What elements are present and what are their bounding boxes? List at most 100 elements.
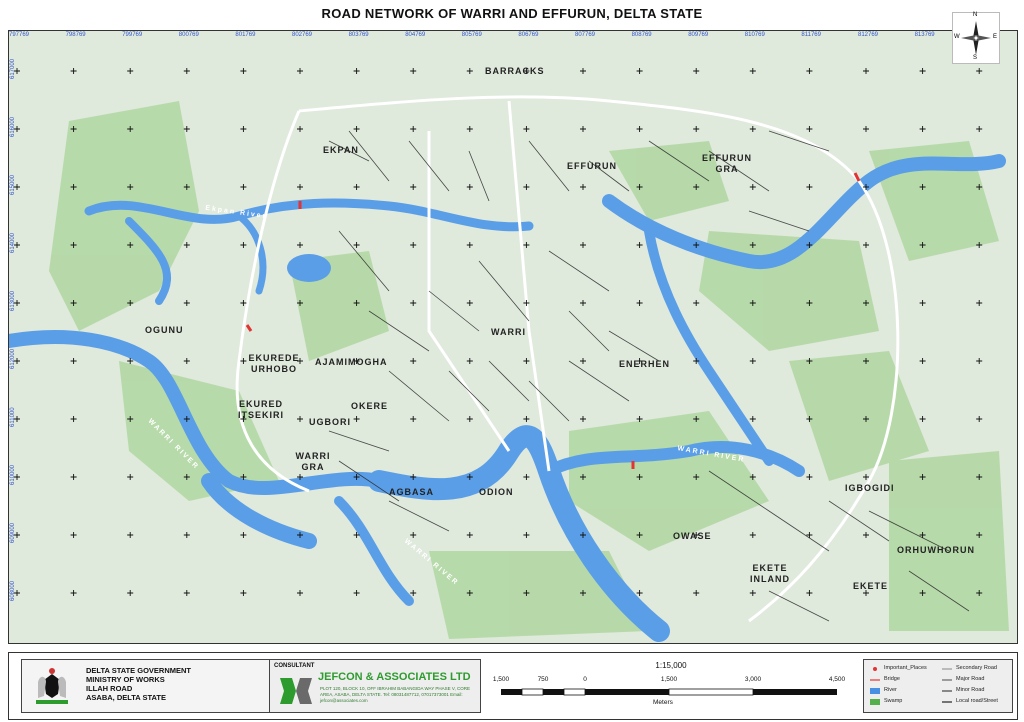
- grid-tick: [863, 474, 869, 480]
- grid-tick: [127, 184, 134, 190]
- grid-tick: [410, 474, 417, 480]
- grid-tick: [580, 532, 586, 538]
- grid-tick: [240, 532, 247, 538]
- place-odion: ODION: [479, 487, 514, 497]
- grid-tick: [70, 416, 77, 422]
- grid-tick: [976, 416, 983, 422]
- grid-tick: [297, 184, 303, 190]
- place-okere: OKERE: [351, 401, 389, 411]
- grid-tick: [183, 416, 190, 422]
- grid-tick: [240, 242, 247, 248]
- scale-ratio: 1:15,000: [655, 661, 687, 670]
- legend-label: River: [884, 687, 897, 693]
- legend-label: Secondary Road: [956, 665, 997, 671]
- grid-tick: [127, 590, 134, 596]
- grid-tick: [580, 68, 586, 74]
- grid-tick: [70, 474, 77, 480]
- scale-tick-4: 3,000: [744, 676, 762, 683]
- legend-symbol: [870, 699, 880, 705]
- place-ekete-inland: EKETE INLAND: [750, 563, 790, 584]
- legend-label: Important_Places: [884, 665, 927, 671]
- grid-tick: [70, 68, 77, 74]
- grid-tick: [127, 416, 134, 422]
- grid-coord-left: 613000: [10, 290, 16, 311]
- compass-e: E: [993, 34, 998, 40]
- grid-tick: [806, 474, 813, 480]
- grid-tick: [466, 590, 473, 596]
- grid-tick: [353, 184, 360, 190]
- consultant-panel: CONSULTANT JEFCON & ASSOCIATES LTD PLOT …: [269, 659, 481, 713]
- grid-tick: [466, 300, 473, 306]
- grid-tick: [183, 300, 190, 306]
- grid-tick: [410, 184, 417, 190]
- grid-tick: [919, 532, 926, 538]
- grid-tick: [749, 416, 756, 422]
- grid-tick: [240, 126, 247, 132]
- grid-tick: [863, 126, 869, 132]
- grid-tick: [636, 68, 643, 74]
- grid-tick: [976, 184, 983, 190]
- place-ugbori: UGBORI: [309, 417, 351, 427]
- legend-symbol: [870, 688, 880, 694]
- grid-tick: [523, 126, 530, 132]
- grid-tick: [240, 474, 247, 480]
- grid-tick: [919, 474, 926, 480]
- grid-tick: [466, 532, 473, 538]
- grid-coord-left: 610000: [10, 464, 16, 485]
- grid-coord-top: 809769: [688, 32, 709, 38]
- grid-tick: [410, 68, 417, 74]
- grid-tick: [466, 68, 473, 74]
- place-ekete: EKETE: [853, 581, 889, 591]
- grid-tick: [410, 416, 417, 422]
- grid-tick: [127, 358, 134, 364]
- grid-tick: [297, 590, 303, 596]
- grid-tick: [523, 300, 530, 306]
- grid-tick: [976, 590, 983, 596]
- grid-tick: [806, 126, 813, 132]
- map-canvas[interactable]: 797769 798769 799769 800769 801769 802769 8037…: [8, 30, 1018, 644]
- grid-tick: [806, 590, 813, 596]
- grid-tick: [240, 68, 247, 74]
- grid-tick: [297, 416, 303, 422]
- grid-coord-top: 805769: [461, 32, 482, 38]
- grid-tick: [749, 300, 756, 306]
- grid-tick: [183, 126, 190, 132]
- place-igbogidi: IGBOGIDI: [845, 483, 895, 493]
- grid-tick: [580, 242, 586, 248]
- grid-coord-top: 806769: [518, 32, 539, 38]
- grid-tick: [240, 300, 247, 306]
- grid-coord-top: 798769: [65, 32, 86, 38]
- grid-tick: [70, 590, 77, 596]
- grid-tick: [127, 300, 134, 306]
- consultant-label: CONSULTANT: [274, 663, 315, 669]
- grid-coord-top: 802769: [292, 32, 313, 38]
- grid-tick: [183, 358, 190, 364]
- grid-tick: [70, 358, 77, 364]
- grid-tick: [976, 300, 983, 306]
- grid-tick: [183, 242, 190, 248]
- place-ajamimogha: AJAMIMOGHA: [315, 357, 388, 367]
- grid-tick: [749, 590, 756, 596]
- place-warri-gra: WARRI GRA: [295, 451, 331, 472]
- grid-tick: [919, 68, 926, 74]
- grid-tick: [863, 300, 869, 306]
- grid-tick: [636, 474, 643, 480]
- grid-tick: [183, 68, 190, 74]
- grid-tick: [919, 416, 926, 422]
- grid-tick: [353, 300, 360, 306]
- grid-tick: [806, 68, 813, 74]
- jefcon-logo-icon: [280, 678, 312, 704]
- gov-line-1: DELTA STATE GOVERNMENT: [86, 666, 191, 675]
- grid-tick: [70, 126, 77, 132]
- grid-tick: [863, 242, 869, 248]
- grid-tick: [297, 242, 303, 248]
- grid-tick: [919, 126, 926, 132]
- gov-line-4: ASABA, DELTA STATE: [86, 693, 166, 702]
- grid-tick: [749, 68, 756, 74]
- grid-tick: [693, 590, 700, 596]
- grid-tick: [70, 242, 77, 248]
- grid-tick: [353, 242, 360, 248]
- grid-tick: [976, 358, 983, 364]
- grid-tick: [919, 300, 926, 306]
- grid-tick: [523, 590, 530, 596]
